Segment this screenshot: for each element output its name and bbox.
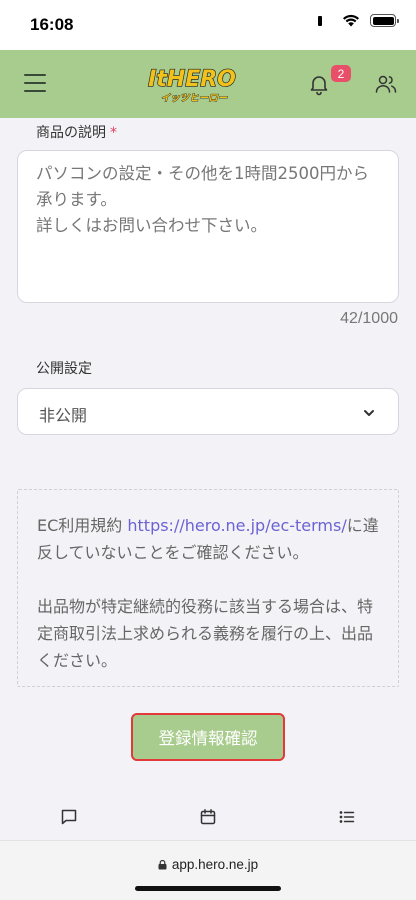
browser-bar: app.hero.ne.jp [0, 840, 416, 900]
status-bar: 16:08 [0, 0, 416, 50]
confirm-registration-button[interactable]: 登録情報確認 [131, 713, 285, 761]
home-indicator[interactable] [135, 886, 281, 891]
status-time: 16:08 [30, 15, 74, 34]
required-mark: * [110, 125, 117, 141]
visibility-label: 公開設定 [36, 361, 92, 377]
svg-text:ItHERO: ItHERO [148, 67, 236, 92]
description-textarea[interactable]: パソコンの設定・その他を1時間2500円から承ります。 詳しくはお問い合わせ下さ… [17, 150, 399, 303]
bottom-tab-bar [0, 798, 416, 840]
svg-text:イッツヒーロー: イッツヒーロー [161, 93, 228, 104]
battery-icon [370, 14, 399, 27]
url-text: app.hero.ne.jp [171, 857, 259, 872]
chat-icon[interactable] [60, 808, 78, 826]
terms-link[interactable]: https://hero.ne.jp/ec-terms/ [127, 516, 346, 535]
wifi-icon [343, 14, 359, 27]
menu-icon[interactable] [24, 74, 46, 92]
char-count: 42/1000 [340, 310, 398, 327]
visibility-select[interactable]: 非公開 [17, 388, 399, 435]
url-bar[interactable]: app.hero.ne.jp [0, 857, 416, 872]
logo[interactable]: ItHERO イッツヒーロー [142, 62, 242, 106]
main-content: 商品の説明 * パソコンの設定・その他を1時間2500円から承ります。 詳しくはお… [0, 118, 416, 840]
terms-notice: EC利用規約 https://hero.ne.jp/ec-terms/に違反して… [17, 489, 399, 687]
lock-icon [158, 860, 167, 870]
signal-icon [318, 15, 322, 26]
bell-icon[interactable] [307, 72, 331, 96]
status-icons [318, 14, 399, 27]
chevron-down-icon [364, 410, 374, 416]
calendar-icon[interactable] [199, 808, 217, 826]
notice-paragraph-2: 出品物が特定継続的役務に該当する場合は、特定商取引法上求められる義務を履行の上、… [37, 597, 374, 670]
visibility-selected-value: 非公開 [39, 406, 88, 425]
app-header: ItHERO イッツヒーロー 2 [0, 50, 416, 118]
users-icon[interactable] [374, 72, 398, 96]
description-label: 商品の説明 * [36, 125, 117, 141]
notification-badge[interactable]: 2 [331, 65, 351, 82]
list-icon[interactable] [338, 808, 356, 826]
notice-line-1: EC利用規約 https://hero.ne.jp/ec-terms/に違反して… [37, 516, 379, 562]
